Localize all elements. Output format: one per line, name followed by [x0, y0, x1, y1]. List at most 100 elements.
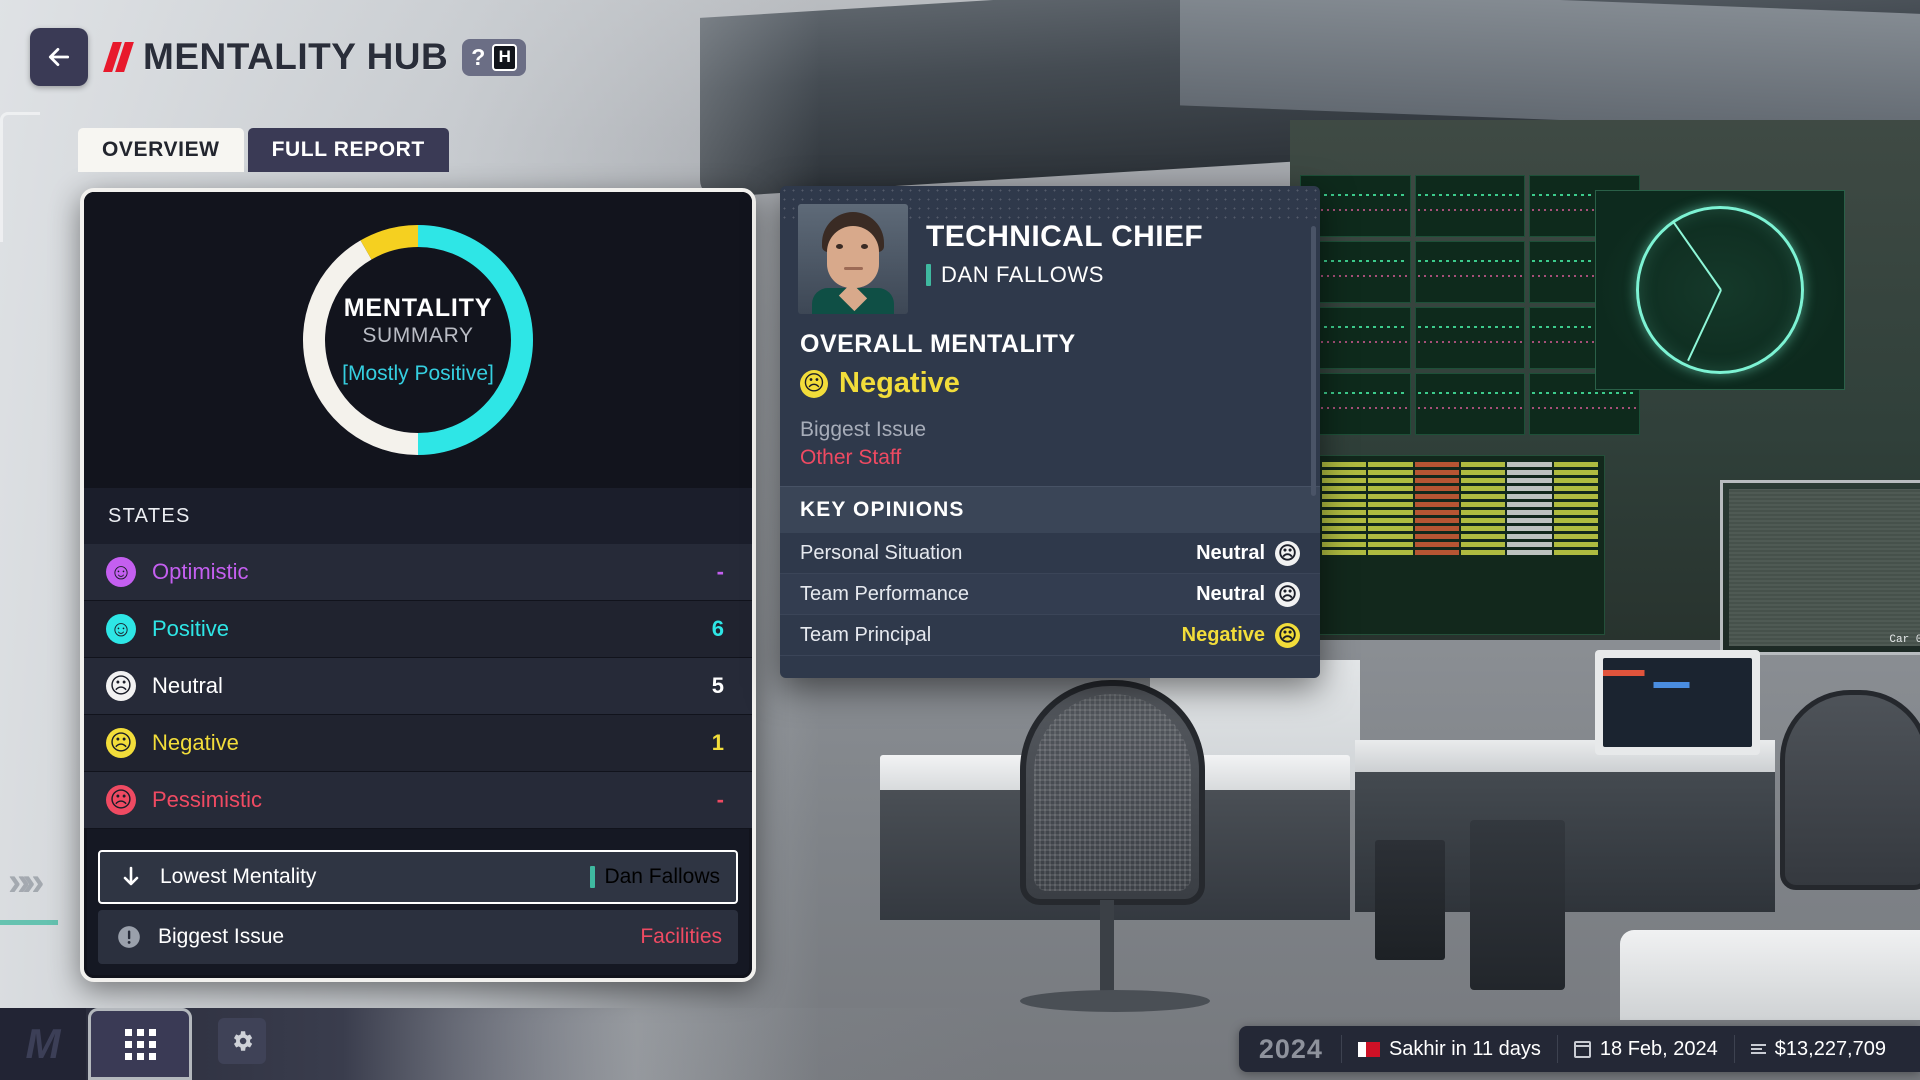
arrow-left-icon — [48, 48, 70, 66]
state-count: - — [716, 787, 724, 812]
state-label: Optimistic — [152, 559, 249, 584]
computer-tower — [1470, 820, 1565, 990]
chair-mesh — [1034, 694, 1191, 891]
double-slash-logo — [103, 42, 134, 72]
date-label: 18 Feb, 2024 — [1599, 1037, 1718, 1060]
chair-stem — [1100, 900, 1114, 1000]
overall-mentality-text: Negative — [839, 367, 960, 399]
question-mark-icon: ? — [471, 43, 486, 70]
page-header: MENTALITY HUB ? H — [30, 28, 527, 86]
key-opinion-text: Neutral — [1196, 541, 1265, 564]
data-column — [1507, 462, 1552, 628]
data-column — [1460, 462, 1506, 628]
states-list: ☺ Optimistic - ☺ Positive 6 ☹ Neutral 5 ☹ Negative… — [84, 544, 752, 829]
settings-button[interactable] — [218, 1018, 266, 1064]
back-button[interactable] — [30, 28, 88, 86]
card-issue-value: Other Staff — [800, 446, 902, 469]
key-opinion-value: Neutral ☹ — [1196, 581, 1300, 607]
state-row[interactable]: ☹ Neutral 5 — [84, 658, 752, 715]
key-opinions-list: Personal Situation Neutral ☹ Team Performan… — [780, 533, 1320, 656]
key-opinion-label: Personal Situation — [800, 541, 963, 564]
biggest-issue-value: Facilities — [640, 925, 722, 948]
mentality-donut-chart: MENTALITY SUMMARY [Mostly Positive] — [294, 216, 542, 464]
office-chair — [1780, 690, 1920, 890]
grid-apps-icon — [124, 1028, 156, 1060]
name-accent-bar — [590, 866, 596, 888]
data-column — [1368, 462, 1413, 628]
calendar-icon — [1573, 1040, 1591, 1058]
name-accent-bar — [926, 264, 931, 286]
desk-monitor-screen — [1603, 658, 1752, 747]
computer-tower — [1375, 840, 1445, 960]
staff-portrait-avatar — [798, 204, 908, 314]
decorative-chevrons-icon: »» — [8, 860, 44, 904]
donut-state-label: [Mostly Positive] — [342, 362, 494, 385]
states-heading: STATES — [84, 488, 752, 544]
track-radar-display — [1595, 190, 1845, 390]
tab-overview[interactable]: OVERVIEW — [78, 128, 244, 172]
date-item[interactable]: 18 Feb, 2024 — [1556, 1035, 1734, 1063]
taskbar: M 2024 Sakhir in 11 days 18 Feb, 2024 $1… — [0, 1008, 1920, 1080]
negative-face-icon: ☹ — [106, 728, 136, 758]
neutral-face-icon: ☹ — [106, 671, 136, 701]
key-opinion-label: Team Principal — [800, 623, 932, 646]
desk-monitor — [1595, 650, 1760, 755]
telemetry-screen — [1414, 175, 1526, 237]
arrow-down-icon — [116, 862, 146, 892]
key-opinion-row[interactable]: Personal Situation Neutral ☹ — [780, 533, 1320, 574]
staff-name: DAN FALLOWS — [941, 262, 1105, 287]
donut-center-labels: MENTALITY SUMMARY [Mostly Positive] — [294, 216, 542, 464]
overall-mentality-value: ☹ Negative — [800, 367, 1300, 400]
state-label: Positive — [152, 616, 230, 641]
state-row[interactable]: ☺ Positive 6 — [84, 601, 752, 658]
state-count: 5 — [711, 673, 724, 698]
tab-full-report[interactable]: FULL REPORT — [247, 128, 449, 172]
camera-label: Car 06 — [1889, 634, 1920, 646]
lowest-mentality-row[interactable]: Lowest Mentality Dan Fallows — [98, 850, 738, 904]
data-column — [1414, 462, 1459, 628]
panel-footer-rows: Lowest Mentality Dan Fallows Biggest Iss… — [84, 850, 752, 970]
key-opinion-row[interactable]: Team Performance Neutral ☹ — [780, 574, 1320, 615]
state-count: 1 — [711, 730, 724, 755]
staff-name-row: DAN FALLOWS — [926, 262, 1203, 288]
telemetry-screen — [1414, 307, 1526, 369]
gear-icon — [233, 1031, 253, 1051]
timing-data-panel — [1315, 455, 1605, 635]
next-race-label: Sakhir in 11 days — [1388, 1037, 1541, 1060]
overall-mentality-label: OVERALL MENTALITY — [800, 330, 1076, 358]
state-row[interactable]: ☹ Negative 1 — [84, 715, 752, 772]
state-row[interactable]: ☺ Optimistic - — [84, 544, 752, 601]
tab-bar: OVERVIEW FULL REPORT — [78, 128, 449, 172]
donut-title: MENTALITY — [343, 294, 493, 322]
pessimistic-face-icon: ☹ — [106, 785, 136, 815]
data-column — [1553, 462, 1598, 628]
apps-grid-button[interactable] — [88, 1008, 192, 1080]
lowest-mentality-value: Dan Fallows — [590, 865, 720, 889]
next-race-item[interactable]: Sakhir in 11 days — [1340, 1035, 1557, 1063]
staff-mentality-card: TECHNICAL CHIEF DAN FALLOWS OVERALL MENT… — [780, 186, 1320, 678]
key-opinions-heading: KEY OPINIONS — [780, 486, 1320, 533]
neutral-face-icon: ☹ — [1275, 581, 1300, 607]
desk-surface — [1620, 930, 1920, 1020]
telemetry-screen-grid — [1300, 175, 1640, 435]
donut-subtitle: SUMMARY — [362, 324, 474, 347]
card-biggest-issue-block: Biggest Issue Other Staff — [780, 414, 1320, 486]
negative-face-icon: ☹ — [800, 369, 828, 398]
key-opinion-row[interactable]: Team Principal Negative ☹ — [780, 615, 1320, 656]
negative-face-icon: ☹ — [1275, 622, 1300, 648]
neutral-face-icon: ☹ — [1275, 540, 1300, 566]
card-name-block: TECHNICAL CHIEF DAN FALLOWS — [926, 204, 1203, 314]
balance-label: $13,227,709 — [1774, 1037, 1886, 1060]
help-button[interactable]: ? H — [462, 38, 527, 76]
page-title: MENTALITY HUB — [143, 36, 449, 77]
staff-role: TECHNICAL CHIEF — [926, 220, 1204, 253]
key-opinion-label: Team Performance — [800, 582, 969, 605]
key-opinion-text: Neutral — [1196, 582, 1265, 605]
balance-item[interactable]: $13,227,709 — [1733, 1035, 1902, 1063]
biggest-issue-row[interactable]: Biggest Issue Facilities — [98, 910, 738, 964]
state-row[interactable]: ☹ Pessimistic - — [84, 772, 752, 829]
camera-monitor: Car 06 — [1720, 480, 1920, 655]
money-icon — [1750, 1044, 1766, 1054]
taskbar-logo: M — [0, 1008, 86, 1080]
card-header: TECHNICAL CHIEF DAN FALLOWS — [780, 186, 1320, 324]
